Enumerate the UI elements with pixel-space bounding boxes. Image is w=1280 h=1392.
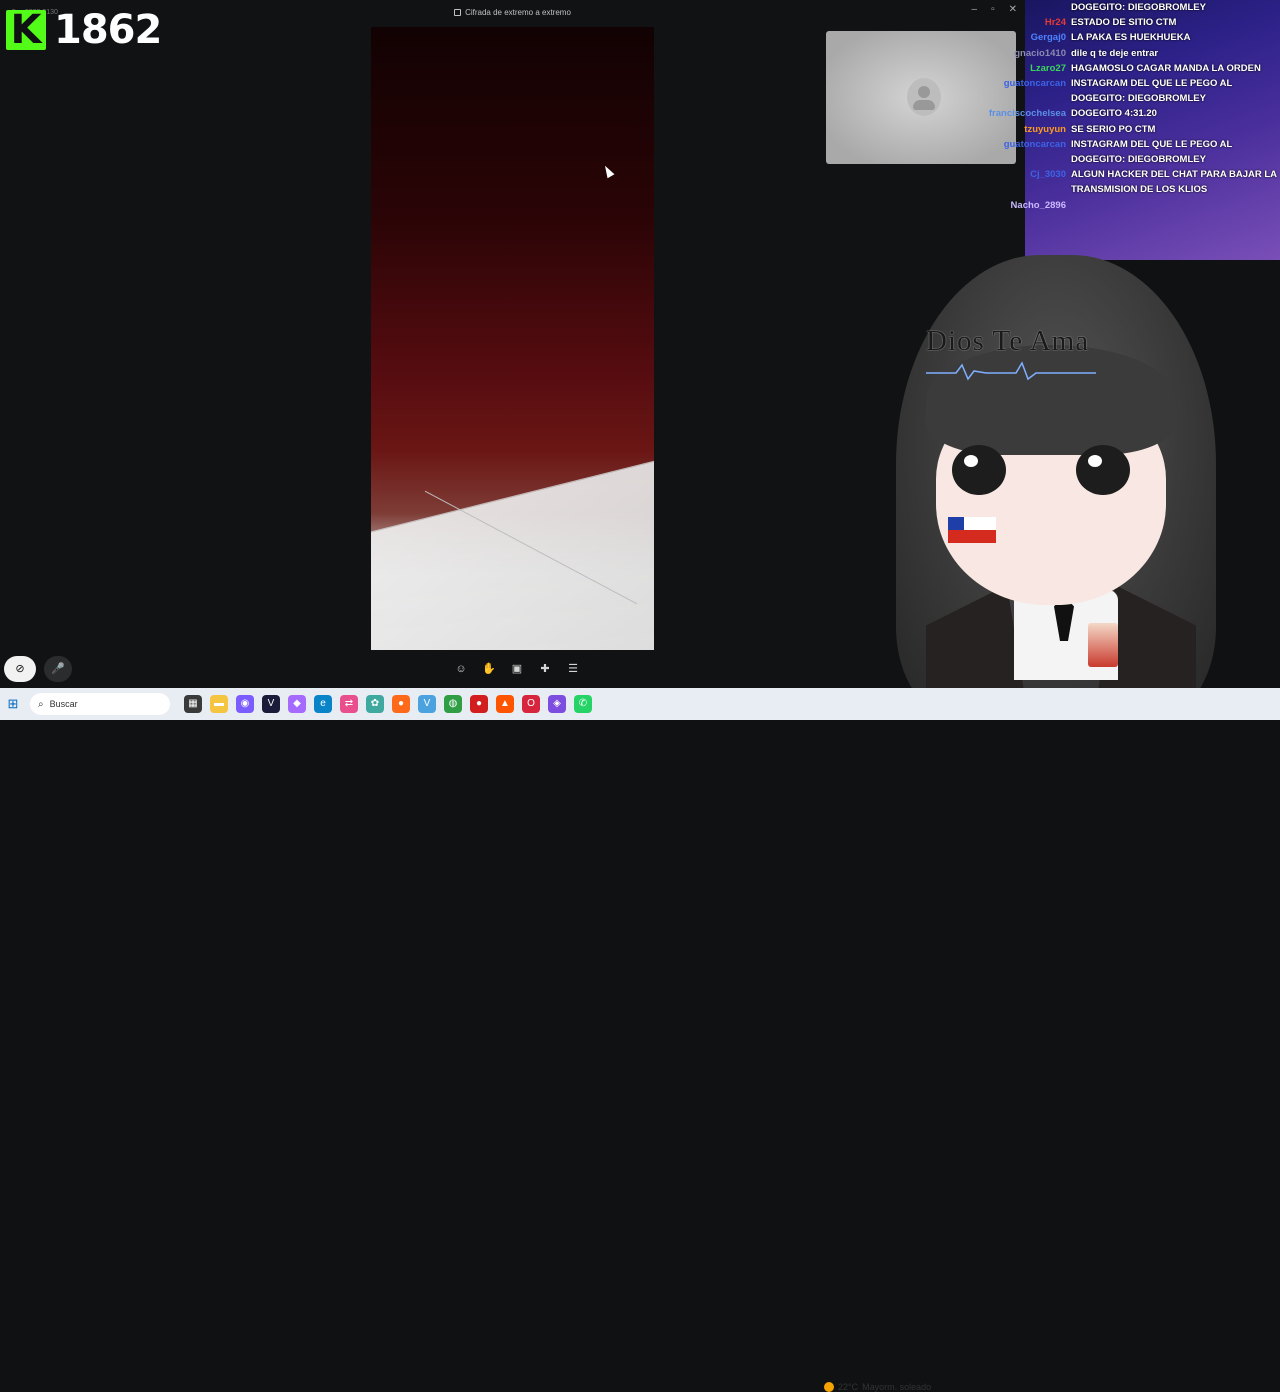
more-icon[interactable]: ☰ <box>566 662 580 676</box>
chat-message: TRANSMISION DE LOS KLIOS <box>948 182 1280 197</box>
chat-username <box>948 152 1071 167</box>
edge-icon[interactable]: e <box>314 695 332 713</box>
chat-text: SE SERIO PO CTM <box>1071 123 1156 135</box>
sun-icon <box>824 1382 834 1392</box>
emoji-icon[interactable]: ☺ <box>454 662 468 676</box>
chat-username: gnacio1410 <box>1014 47 1066 59</box>
file-explorer-icon[interactable]: ▬ <box>210 695 228 713</box>
chat-text: TRANSMISION DE LOS KLIOS <box>1071 184 1208 196</box>
add-person-icon[interactable]: ✚ <box>538 662 552 676</box>
chat-message: DOGEGITO: DIEGOBROMLEY <box>948 152 1280 167</box>
chat-username: Hr24 <box>1044 17 1066 29</box>
chat-username: franciscochelsea <box>988 108 1066 120</box>
chat-username: guatoncarcan <box>1003 138 1066 150</box>
kick-logo-letter: K <box>10 7 42 53</box>
vtuber-avatar: Dios Te Ama <box>896 255 1226 720</box>
chat-username: guatoncarcan <box>1003 78 1066 90</box>
chrome-icon[interactable]: ◍ <box>444 695 462 713</box>
lock-icon <box>454 9 462 17</box>
whatsapp-icon[interactable]: ✆ <box>574 695 592 713</box>
chat-message: Gergaj0 LA PAKA ES HUEKHUEKA <box>948 30 1280 45</box>
chat-text: DOGEGITO: DIEGOBROMLEY <box>1071 154 1206 166</box>
brave-icon[interactable]: ▲ <box>496 695 514 713</box>
settings-icon[interactable]: ✿ <box>366 695 384 713</box>
chat-overlay: DOGEGITO: DIEGOBROMLEY Hr24 ESTADO DE SITI… <box>948 0 1280 213</box>
taskbar-search[interactable]: ⌕ Buscar <box>30 693 170 715</box>
chat-username <box>948 0 1071 15</box>
heartbeat-icon <box>926 361 1096 381</box>
vs-app-icon[interactable]: V <box>418 695 436 713</box>
v-app-icon[interactable]: V <box>262 695 280 713</box>
chat-message: franciscochelsea DOGEGITO 4:31.20 <box>948 106 1280 121</box>
chile-flag-icon <box>948 517 996 543</box>
chat-text: LA PAKA ES HUEKHUEKA <box>1071 32 1191 44</box>
chat-message: guatoncarcan INSTAGRAM DEL QUE LE PEGO AL <box>948 137 1280 152</box>
windows-start-icon[interactable]: ⊞ <box>2 696 24 712</box>
search-placeholder: Buscar <box>49 699 78 709</box>
taskbar-apps: ▦ ▬ ◉ V ◆ e ⇄ ✿ ● V ◍ ● ▲ O ◈ ✆ <box>184 695 592 713</box>
taskbar: ⊞ ⌕ Buscar ▦ ▬ ◉ V ◆ e ⇄ ✿ ● V ◍ ● ▲ O ◈ ✆ 22°C Mayorm.… <box>0 688 1280 1392</box>
chat-message: DOGEGITO: DIEGOBROMLEY <box>948 91 1280 106</box>
task-view-icon[interactable]: ▦ <box>184 695 202 713</box>
chat-username: Nacho_2896 <box>1010 199 1066 211</box>
copilot-icon[interactable]: ◉ <box>236 695 254 713</box>
chat-text: dile q te deje entrar <box>1071 47 1159 59</box>
chat-username <box>948 91 1071 106</box>
camera-off-button[interactable]: ⊘ <box>4 656 36 682</box>
chat-text: DOGEGITO: DIEGOBROMLEY <box>1071 93 1206 105</box>
avatar-left-eye <box>952 445 1006 495</box>
share-screen-icon[interactable]: ▣ <box>510 662 524 676</box>
chat-username: Cj_3030 <box>1030 169 1066 181</box>
chat-message: Lzaro27 HAGAMOSLO CAGAR MANDA LA ORDEN <box>948 61 1280 76</box>
avatar-headband-text: Dios Te Ama <box>926 325 1090 357</box>
video-surface <box>371 456 654 650</box>
chat-text: ESTADO DE SITIO CTM <box>1071 17 1177 29</box>
chat-message: guatoncarcan INSTAGRAM DEL QUE LE PEGO AL <box>948 76 1280 91</box>
kick-logo: K <box>6 10 46 50</box>
kick-overlay: K 1862 <box>6 6 162 54</box>
window-title-text: Cifrada de extremo a extremo <box>465 8 571 17</box>
chat-text: DOGEGITO 4:31.20 <box>1071 108 1157 120</box>
chat-text: INSTAGRAM DEL QUE LE PEGO AL <box>1071 138 1233 150</box>
chat-message: DOGEGITO: DIEGOBROMLEY <box>948 0 1280 15</box>
remote-video <box>371 27 654 650</box>
person-placeholder-icon <box>907 78 941 116</box>
call-toolbar: ☺ ✋ ▣ ✚ ☰ <box>454 662 580 676</box>
firefox-icon[interactable]: ● <box>392 695 410 713</box>
chat-username: Lzaro27 <box>1030 62 1066 74</box>
search-icon: ⌕ <box>38 698 44 710</box>
design-app-icon[interactable]: ◆ <box>288 695 306 713</box>
chat-message: Nacho_2896 <box>948 198 1280 213</box>
chat-text: DOGEGITO: DIEGOBROMLEY <box>1071 2 1206 13</box>
chat-message: Cj_3030 ALGUN HACKER DEL CHAT PARA BAJAR … <box>948 167 1280 182</box>
call-window: 5… 3308 9130 Cifrada de extremo a extrem… <box>0 0 1025 688</box>
link-app-icon[interactable]: ⇄ <box>340 695 358 713</box>
weather-widget[interactable]: 22°C Mayorm. soleado <box>824 1382 931 1392</box>
red-app-icon[interactable]: ● <box>470 695 488 713</box>
chat-text <box>1071 198 1280 213</box>
chat-message: Hr24 ESTADO DE SITIO CTM <box>948 15 1280 30</box>
media-controls: ⊘ 🎤 <box>4 656 72 682</box>
avatar-right-eye <box>1076 445 1130 495</box>
opera-icon[interactable]: O <box>522 695 540 713</box>
chat-username: tzuyuyun <box>1024 123 1066 135</box>
chat-username: Gergaj0 <box>1030 32 1066 44</box>
raise-hand-icon[interactable]: ✋ <box>482 662 496 676</box>
chat-username <box>948 182 1071 197</box>
chat-text: HAGAMOSLO CAGAR MANDA LA ORDEN <box>1071 62 1261 74</box>
colorful-app-icon[interactable]: ◈ <box>548 695 566 713</box>
weather-text: Mayorm. soleado <box>862 1382 932 1392</box>
microphone-button[interactable]: 🎤 <box>44 656 72 682</box>
chat-text: INSTAGRAM DEL QUE LE PEGO AL <box>1071 78 1233 90</box>
avatar-pin <box>1088 623 1118 667</box>
chat-message: gnacio1410 dile q te deje entrar <box>948 46 1280 61</box>
viewer-count: 1862 <box>54 7 162 53</box>
chat-text: ALGUN HACKER DEL CHAT PARA BAJAR LA <box>1071 169 1278 181</box>
weather-temp: 22°C <box>838 1382 859 1392</box>
chat-message: tzuyuyun SE SERIO PO CTM <box>948 122 1280 137</box>
